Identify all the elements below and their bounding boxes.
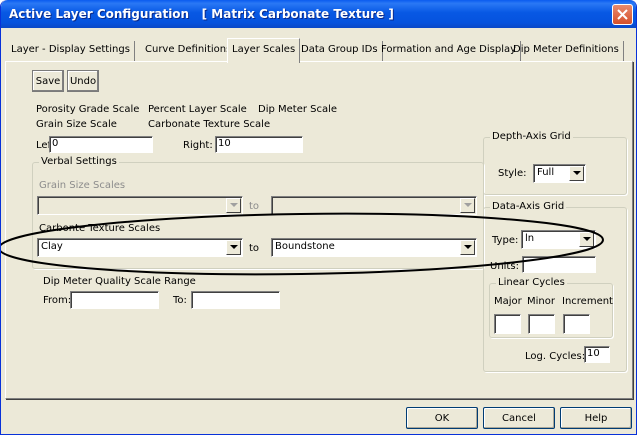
annotation-ellipse bbox=[1, 212, 604, 276]
dialog-window: Active Layer Configuration [ Matrix Carb… bbox=[0, 0, 637, 435]
tab-layer-scales[interactable]: Layer Scales bbox=[227, 38, 301, 63]
